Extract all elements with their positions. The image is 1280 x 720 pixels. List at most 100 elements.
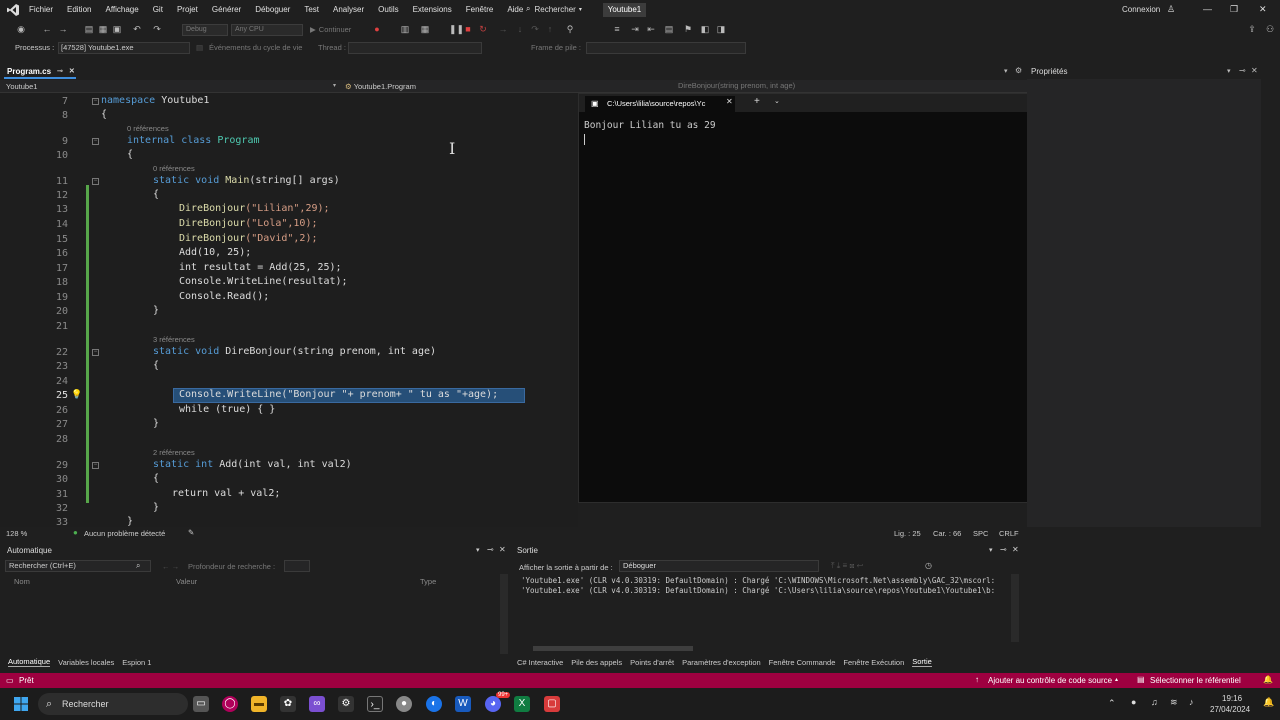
layout-icon[interactable]: ▦: [420, 24, 430, 34]
chevron-down-icon[interactable]: ⌄: [774, 97, 780, 105]
sign-in-button[interactable]: Connexion: [1122, 5, 1160, 14]
panel-close-icon[interactable]: ✕: [1251, 66, 1258, 75]
word-icon[interactable]: W: [455, 696, 471, 712]
minimize-icon[interactable]: —: [1203, 4, 1212, 14]
terminal-taskbar-icon[interactable]: ›_: [367, 696, 383, 712]
chevron-up-icon[interactable]: ⌃: [1108, 698, 1116, 709]
code-cleanup-icon[interactable]: ✎: [188, 528, 194, 537]
outdent-icon[interactable]: ⇤: [646, 24, 656, 34]
menu-test[interactable]: Test: [304, 5, 319, 14]
line-indicator[interactable]: Lig. : 25: [894, 529, 921, 538]
wifi-icon[interactable]: ≋: [1170, 697, 1178, 708]
hot-reload-icon[interactable]: ●: [372, 24, 382, 34]
save-all-icon[interactable]: ▣: [112, 24, 122, 34]
output-toolbar-icons[interactable]: ⤒ ⤓ ≡ ⊠ ↩: [831, 561, 863, 571]
menu-projet[interactable]: Projet: [177, 5, 198, 14]
restore-icon[interactable]: ❐: [1230, 4, 1238, 15]
menu-edition[interactable]: Edition: [67, 5, 91, 14]
code-editor[interactable]: 7 8 9 10 11 12 13 14 15 16 17 18 19 20 2…: [0, 93, 578, 527]
pin-icon[interactable]: ⊸: [487, 545, 494, 554]
undo-icon[interactable]: ↶: [132, 24, 142, 34]
show-next-statement-icon[interactable]: →: [498, 24, 508, 34]
search-menu-button[interactable]: ⌕ Rechercher ▾: [526, 4, 582, 14]
excel-icon[interactable]: X: [514, 696, 530, 712]
thread-combo[interactable]: [348, 42, 482, 54]
file-explorer-icon[interactable]: ▬: [251, 696, 267, 712]
menu-deboguer[interactable]: Déboguer: [255, 5, 290, 14]
close-icon[interactable]: ✕: [1259, 4, 1267, 15]
microphone-icon[interactable]: ♫: [1151, 697, 1158, 707]
task-view-icon[interactable]: ▭: [193, 696, 209, 712]
continue-button[interactable]: ▶ Continuer: [310, 25, 351, 34]
step-into-icon[interactable]: ↓: [515, 24, 525, 34]
visual-studio-taskbar-icon[interactable]: ∞: [309, 696, 325, 712]
settings-gear-icon[interactable]: ⚙: [1015, 66, 1022, 75]
diagnostics-icon[interactable]: ▥: [400, 24, 410, 34]
codelens-references[interactable]: 0 références: [127, 124, 169, 133]
app-circle-icon[interactable]: ◯: [222, 696, 238, 712]
fold-toggle-icon[interactable]: −: [92, 98, 99, 105]
tab-close-icon[interactable]: ✕: [69, 66, 75, 78]
menu-fenetre[interactable]: Fenêtre: [466, 5, 494, 14]
column-header-name[interactable]: Nom: [14, 577, 30, 586]
configuration-combo[interactable]: Debug: [182, 24, 228, 36]
tray-app-icon[interactable]: ●: [1131, 697, 1136, 707]
panel-dropdown-icon[interactable]: ▾: [1227, 67, 1231, 75]
feedback-icon[interactable]: ⚇: [1265, 24, 1275, 34]
volume-icon[interactable]: ♪: [1189, 697, 1194, 707]
panel-close-icon[interactable]: ✕: [499, 545, 506, 554]
problems-status[interactable]: Aucun problème détecté: [84, 529, 165, 538]
clock-time[interactable]: 19:16: [1222, 694, 1242, 703]
vertical-scrollbar[interactable]: [500, 574, 508, 654]
tab-immediate-window[interactable]: Fenêtre Exécution: [843, 658, 904, 667]
horizontal-scrollbar[interactable]: [533, 646, 693, 651]
fold-toggle-icon[interactable]: −: [92, 349, 99, 356]
column-header-value[interactable]: Valeur: [176, 577, 197, 586]
obs-icon[interactable]: ●: [396, 696, 412, 712]
lifecycle-events-icon[interactable]: ▤: [196, 43, 203, 52]
codelens-references[interactable]: 3 références: [153, 335, 195, 344]
search-depth-combo[interactable]: [284, 560, 310, 572]
menu-generer[interactable]: Générer: [212, 5, 241, 14]
panel-dropdown-icon[interactable]: ▾: [476, 546, 480, 554]
notification-bell-icon[interactable]: 🔔: [1263, 675, 1273, 684]
console-tab[interactable]: ▣ C:\Users\lilia\source\repos\Yc: [585, 96, 735, 112]
add-source-control-button[interactable]: Ajouter au contrôle de code source: [988, 676, 1112, 685]
redo-icon[interactable]: ↷: [152, 24, 162, 34]
discord-icon[interactable]: ◕: [485, 696, 501, 712]
notifications-icon[interactable]: 🔔: [1263, 697, 1274, 708]
step-out-icon[interactable]: ↑: [545, 24, 555, 34]
back-arrow-icon[interactable]: ← →: [162, 562, 179, 571]
column-indicator[interactable]: Car. : 66: [933, 529, 961, 538]
prev-bookmark-icon[interactable]: ◧: [700, 24, 710, 34]
console-tab-close-icon[interactable]: ✕: [726, 97, 733, 106]
restart-icon[interactable]: ↻: [478, 24, 488, 34]
platform-combo[interactable]: Any CPU: [231, 24, 303, 36]
stop-icon[interactable]: ■: [463, 24, 473, 34]
app-red-icon[interactable]: ▢: [544, 696, 560, 712]
live-share-icon[interactable]: ⇪: [1247, 24, 1257, 34]
toggle-comment-icon[interactable]: ≡: [612, 24, 622, 34]
indent-icon[interactable]: ⇥: [630, 24, 640, 34]
autos-search-input[interactable]: Rechercher (Ctrl+E): [5, 560, 151, 572]
nav-class-combo[interactable]: ⚙ Youtube1.Program: [345, 82, 416, 91]
settings-icon[interactable]: ⚙: [338, 696, 354, 712]
step-over-icon[interactable]: ↷: [530, 24, 540, 34]
tab-variables-locales[interactable]: Variables locales: [58, 658, 114, 667]
nav-project-combo[interactable]: Youtube1: [6, 82, 37, 91]
format-icon[interactable]: ▤: [664, 24, 674, 34]
search-icon[interactable]: ⌕: [136, 561, 140, 571]
taskbar-search-box[interactable]: ⌕ Rechercher: [38, 693, 188, 715]
app-icon[interactable]: ✿: [280, 696, 296, 712]
tab-breakpoints[interactable]: Points d'arrêt: [630, 658, 674, 667]
codelens-references[interactable]: 0 références: [153, 164, 195, 173]
back-arrow-icon[interactable]: ←: [42, 24, 52, 34]
tab-command-window[interactable]: Fenêtre Commande: [769, 658, 836, 667]
lightbulb-icon[interactable]: 💡: [71, 389, 82, 400]
forward-arrow-icon[interactable]: →: [58, 24, 68, 34]
clock-date[interactable]: 27/04/2024: [1210, 705, 1250, 714]
pin-icon[interactable]: ⊸: [1239, 66, 1246, 75]
bookmark-icon[interactable]: ⚑: [683, 24, 693, 34]
tab-espion-1[interactable]: Espion 1: [122, 658, 151, 667]
tab-program-cs[interactable]: Program.cs ⊸ ✕: [4, 66, 76, 79]
